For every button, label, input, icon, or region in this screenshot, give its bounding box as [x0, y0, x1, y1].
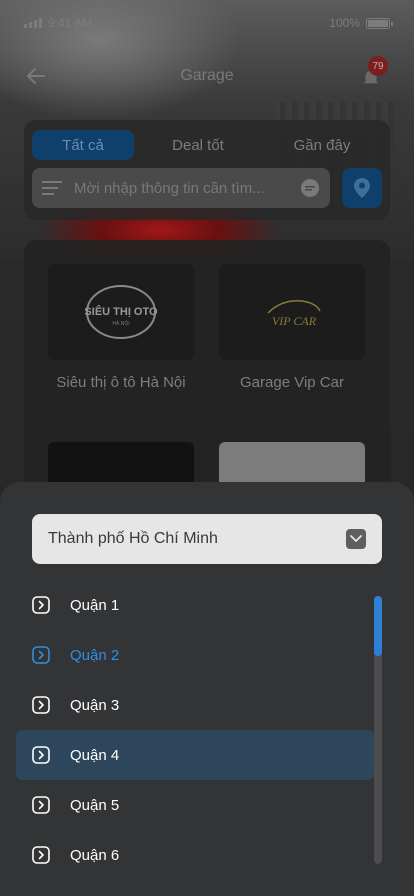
city-select-value: Thành phố Hồ Chí Minh — [48, 530, 218, 547]
garage-card[interactable]: SIÊU THỊ OTO HÀ NỘI Siêu thị ô tô Hà Nội — [48, 264, 194, 391]
district-item-4[interactable]: Quận 4 — [16, 730, 374, 780]
signal-icon — [24, 18, 42, 28]
battery-icon — [366, 17, 393, 29]
status-time: 9:41 AM — [48, 16, 93, 30]
svg-text:VIP CAR: VIP CAR — [272, 314, 317, 328]
location-pin-icon — [354, 178, 370, 198]
chevron-right-box-icon — [32, 596, 50, 614]
tab-all[interactable]: Tất cả — [32, 130, 134, 160]
chat-search-icon[interactable] — [300, 178, 320, 198]
status-left: 9:41 AM — [24, 16, 92, 30]
svg-text:SIÊU THỊ OTO: SIÊU THỊ OTO — [84, 305, 158, 318]
district-label: Quận 5 — [70, 796, 120, 814]
page-title: Garage — [180, 67, 234, 84]
chevron-right-box-icon — [32, 696, 50, 714]
chevron-right-box-icon — [32, 746, 50, 764]
back-arrow-icon[interactable] — [24, 64, 48, 88]
chevron-right-box-icon — [32, 796, 50, 814]
garage-card[interactable]: VIP CAR Garage Vip Car — [219, 264, 365, 391]
search-input[interactable]: Mời nhập thông tin cần tìm... — [74, 180, 300, 197]
district-item-2[interactable]: Quận 2 — [16, 630, 374, 680]
garage-logo: VIP CAR — [219, 264, 365, 360]
tab-bar: Tất cả Deal tốt Gần đây — [32, 130, 382, 160]
district-label: Quận 3 — [70, 696, 120, 714]
tab-recent[interactable]: Gần đây — [262, 130, 382, 160]
sieu-thi-oto-logo: SIÊU THỊ OTO HÀ NỘI — [84, 285, 158, 339]
district-list: Quận 1 Quận 2 Quận 3 Quận 4 Quận 5 Quận … — [16, 580, 374, 880]
chevron-down-icon[interactable] — [346, 529, 366, 549]
status-bar: 9:41 AM 100% — [0, 0, 414, 46]
scrollbar-track[interactable] — [374, 596, 382, 864]
district-item-3[interactable]: Quận 3 — [16, 680, 374, 730]
garage-name: Siêu thị ô tô Hà Nội — [56, 374, 186, 391]
garage-name: Garage Vip Car — [240, 374, 344, 391]
notification-badge: 79 — [368, 56, 388, 76]
garage-grid: SIÊU THỊ OTO HÀ NỘI Siêu thị ô tô Hà Nội… — [24, 240, 390, 538]
district-label: Quận 2 — [70, 646, 120, 664]
vip-car-logo: VIP CAR — [267, 300, 321, 328]
district-label: Quận 1 — [70, 596, 120, 614]
tab-good-deals[interactable]: Deal tốt — [134, 130, 262, 160]
garage-logo: SIÊU THỊ OTO HÀ NỘI — [48, 264, 194, 360]
city-select[interactable]: Thành phố Hồ Chí Minh — [32, 514, 382, 564]
district-label: Quận 6 — [70, 846, 120, 864]
district-picker-sheet: Thành phố Hồ Chí Minh Quận 1 Quận 2 Quận… — [0, 482, 414, 896]
filter-panel: Tất cả Deal tốt Gần đây Mời nhập thông t… — [24, 120, 390, 220]
district-item-1[interactable]: Quận 1 — [16, 580, 374, 630]
district-label: Quận 4 — [70, 746, 120, 764]
district-item-6[interactable]: Quận 6 — [16, 830, 374, 880]
chevron-right-box-icon — [32, 846, 50, 864]
location-button[interactable] — [342, 168, 382, 208]
scrollbar-thumb[interactable] — [374, 596, 382, 656]
battery-indicator: 100% — [329, 16, 393, 30]
battery-percent: 100% — [329, 16, 360, 30]
chevron-right-box-icon — [32, 646, 50, 664]
menu-icon[interactable] — [42, 180, 62, 196]
search-bar[interactable]: Mời nhập thông tin cần tìm... — [32, 168, 330, 208]
district-item-5[interactable]: Quận 5 — [16, 780, 374, 830]
svg-text:HÀ NỘI: HÀ NỘI — [112, 320, 129, 327]
top-nav: Garage 79 — [0, 56, 414, 96]
